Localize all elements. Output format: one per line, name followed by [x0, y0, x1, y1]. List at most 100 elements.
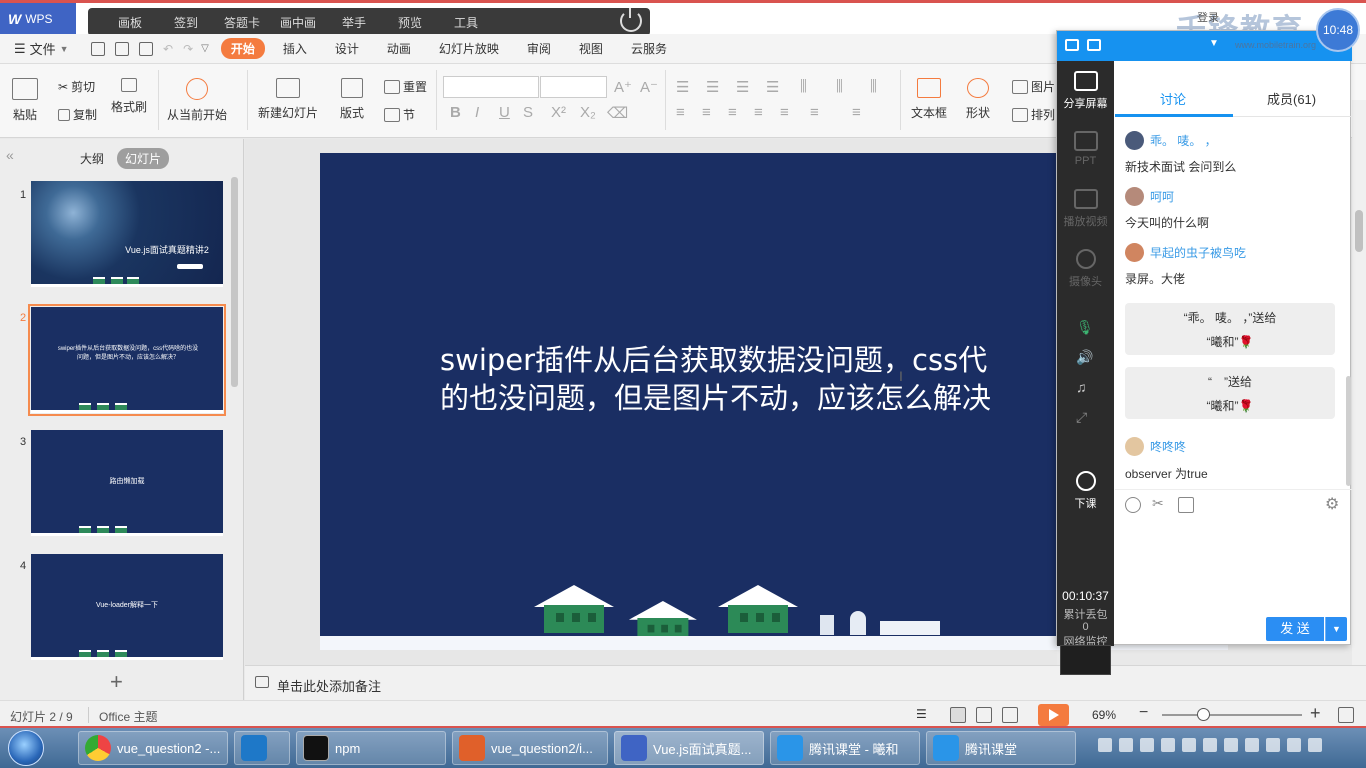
columns-icon[interactable]: ⫼ — [870, 78, 877, 95]
cut-button[interactable]: ✂ 剪切 — [58, 78, 95, 95]
taskbar-vscode[interactable] — [234, 731, 290, 765]
taskbar-wps[interactable]: Vue.js面试真题... — [614, 731, 764, 765]
scrollbar-thumb[interactable] — [1355, 210, 1363, 252]
undo-icon[interactable]: ↶ — [163, 42, 173, 56]
grow-font-icon[interactable]: A⁺ — [614, 78, 632, 96]
justify-icon[interactable]: ≡ — [754, 104, 763, 121]
taskbar-tencent-2[interactable]: 腾讯课堂 — [926, 731, 1076, 765]
ft-answer-card[interactable]: 答题卡 — [216, 14, 268, 31]
slide-sorter-icon[interactable] — [976, 707, 992, 723]
ft-preview[interactable]: 预览 — [384, 14, 436, 31]
bold-icon[interactable]: B — [450, 104, 461, 121]
subscript-icon[interactable]: X₂ — [580, 104, 596, 121]
theme-name[interactable]: Office 主题 — [99, 708, 157, 725]
quick-access-dropdown-icon[interactable]: ▽ — [201, 43, 209, 54]
align-text-icon[interactable]: ⫼ — [836, 78, 843, 95]
print-icon[interactable] — [115, 41, 129, 56]
start-button[interactable] — [8, 730, 44, 766]
taskbar-chrome[interactable]: vue_question2 -... — [78, 731, 228, 765]
shrink-font-icon[interactable]: A⁻ — [640, 78, 658, 96]
send-button[interactable]: 发 送 — [1266, 617, 1324, 641]
save-icon[interactable] — [91, 41, 105, 56]
share-screen-button[interactable]: 分享屏幕 — [1057, 71, 1114, 111]
zoom-in-icon[interactable]: + — [1310, 703, 1321, 724]
cloud-icon[interactable] — [1182, 738, 1196, 752]
normal-view-icon[interactable] — [950, 707, 966, 723]
print-preview-icon[interactable] — [139, 41, 153, 56]
keyboard-icon[interactable] — [1098, 738, 1112, 752]
ppt-button[interactable]: PPT — [1057, 131, 1114, 167]
new-slide-button[interactable]: 新建幻灯片 — [258, 78, 318, 121]
redo-icon[interactable]: ↷ — [183, 42, 193, 56]
zoom-level[interactable]: 69% — [1092, 708, 1116, 722]
copy-button[interactable]: 复制 — [58, 106, 97, 123]
gear-icon[interactable]: ⚙ — [1325, 494, 1339, 514]
play-from-current-button[interactable]: 从当前开始 — [167, 78, 227, 123]
fit-window-icon[interactable] — [1338, 707, 1354, 723]
tab-design[interactable]: 设计 — [325, 38, 369, 59]
wps-app-tab[interactable]: W WPS — [0, 3, 76, 34]
tab-home[interactable]: 开始 — [220, 38, 265, 59]
tab-insert[interactable]: 插入 — [273, 38, 317, 59]
fullscreen-icon[interactable]: ⤢ — [1076, 409, 1094, 425]
italic-icon[interactable]: I — [475, 104, 479, 121]
notes-bar[interactable]: 单击此处添加备注 — [245, 665, 1366, 700]
slide-thumbnail-3[interactable]: 路由懒加载 — [31, 430, 223, 536]
taskbar-npm[interactable]: npm — [296, 731, 446, 765]
flag-icon[interactable] — [1245, 738, 1259, 752]
chat-username[interactable]: 早起的虫子被鸟吃 — [1125, 243, 1246, 262]
tray-app-icon[interactable] — [1224, 738, 1238, 752]
collapse-panel-icon[interactable]: « — [6, 147, 14, 163]
collapse-down-icon[interactable]: ▼ — [1209, 38, 1219, 49]
window-scrollbar[interactable] — [1352, 100, 1366, 665]
taskbar-hbuilder[interactable]: vue_question2/i... — [452, 731, 608, 765]
tab-members[interactable]: 成员(61) — [1267, 89, 1316, 108]
shapes-button[interactable]: 形状 — [966, 78, 990, 121]
play-video-button[interactable]: 播放视频 — [1057, 189, 1114, 229]
indent-icon[interactable]: ☰ — [736, 78, 749, 96]
numbering-icon[interactable]: ☰ — [706, 78, 719, 96]
strikethrough-icon[interactable]: S — [523, 104, 533, 121]
ft-tools[interactable]: 工具 — [440, 14, 492, 31]
outdent-icon[interactable]: ☰ — [766, 78, 779, 96]
underline-icon[interactable]: U — [499, 104, 510, 121]
tab-cloud[interactable]: 云服务 — [621, 38, 677, 59]
security-icon[interactable] — [1140, 738, 1154, 752]
speaker-icon[interactable]: 🔊 — [1076, 349, 1094, 365]
add-slide-icon[interactable]: + — [110, 669, 123, 695]
power-icon[interactable] — [620, 8, 642, 32]
text-direction-icon[interactable]: ⫼ — [800, 78, 807, 95]
popout-icon[interactable] — [1087, 39, 1101, 51]
play-slideshow-button[interactable] — [1038, 704, 1069, 726]
ft-pip[interactable]: 画中画 — [272, 14, 324, 31]
image-icon[interactable] — [1178, 497, 1194, 513]
reset-button[interactable]: 重置 — [384, 78, 427, 95]
format-painter-button[interactable]: 格式刷 — [111, 78, 147, 115]
paste-button[interactable]: 粘贴 — [12, 78, 38, 123]
ime-icon[interactable] — [1119, 738, 1133, 752]
paragraph-icon[interactable]: ≡ — [852, 104, 861, 121]
line-spacing-icon[interactable]: ≡ — [810, 104, 819, 121]
section-button[interactable]: 节 — [384, 106, 415, 123]
login-link[interactable]: 登录 — [1197, 9, 1219, 25]
flower-icon[interactable] — [1203, 738, 1217, 752]
text-box-button[interactable]: 文本框 — [911, 78, 947, 121]
clear-format-icon[interactable]: ⌫ — [607, 104, 628, 122]
tab-view[interactable]: 视图 — [569, 38, 613, 59]
align-left-icon[interactable]: ≡ — [676, 104, 685, 121]
tab-outline[interactable]: 大纲 — [80, 150, 104, 167]
font-size-select[interactable] — [540, 76, 607, 98]
tab-review[interactable]: 审阅 — [517, 38, 561, 59]
font-family-select[interactable] — [443, 76, 539, 98]
taskbar-tencent-1[interactable]: 腾讯课堂 - 曦和 — [770, 731, 920, 765]
align-right-icon[interactable]: ≡ — [728, 104, 737, 121]
panel-scrollbar[interactable] — [231, 177, 238, 387]
bullets-icon[interactable]: ☰ — [676, 78, 689, 96]
microphone-icon[interactable]: 🎙 — [1076, 319, 1094, 335]
arrange-button[interactable]: 排列 — [1012, 106, 1055, 123]
volume-icon[interactable] — [1308, 738, 1322, 752]
tab-slides[interactable]: 幻灯片 — [117, 148, 170, 169]
picture-button[interactable]: 图片 — [1012, 78, 1055, 95]
camera-button[interactable]: 摄像头 — [1057, 249, 1114, 289]
chat-username[interactable]: 咚咚咚 — [1125, 437, 1186, 456]
